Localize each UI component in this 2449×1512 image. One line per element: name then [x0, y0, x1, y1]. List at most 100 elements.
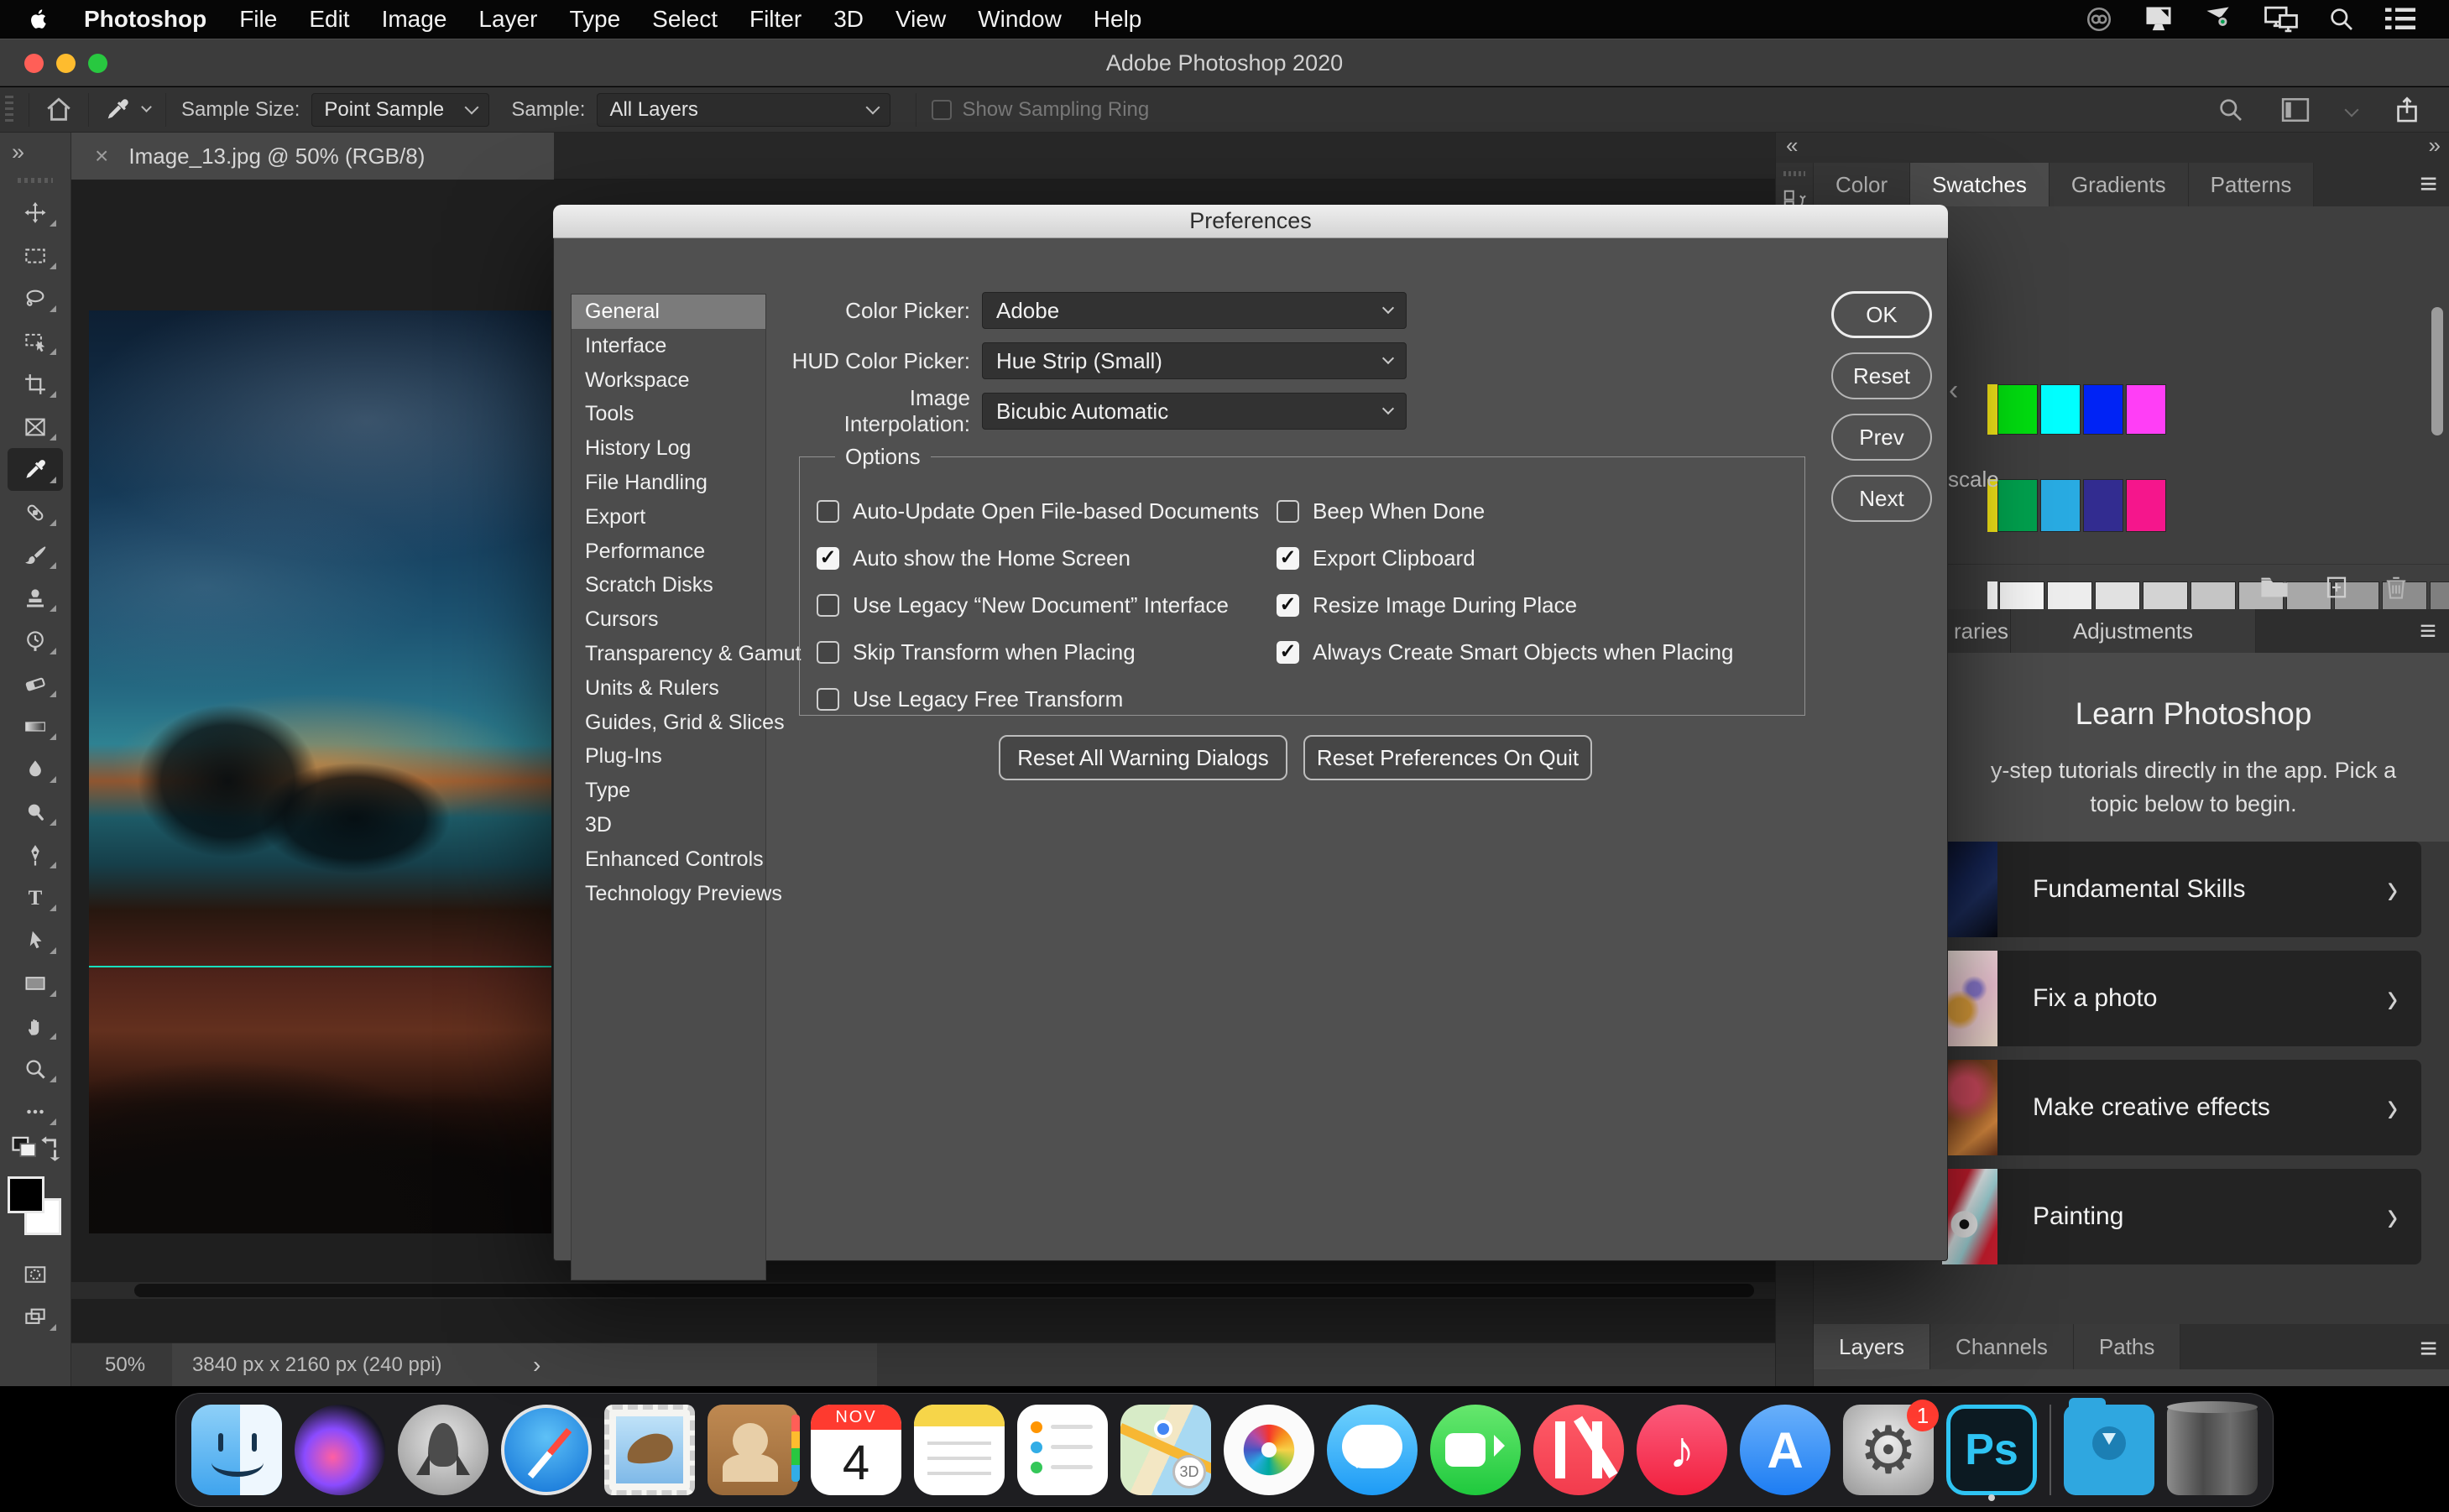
dock-photos[interactable]: [1224, 1405, 1314, 1495]
new-swatch-icon[interactable]: [2324, 575, 2349, 600]
panel-grip[interactable]: [1783, 171, 1805, 176]
preferences-section-item[interactable]: Units & Rulers: [572, 671, 765, 706]
swatch[interactable]: [2126, 479, 2166, 532]
checkbox[interactable]: ✓: [1277, 593, 1299, 617]
preferences-section-item[interactable]: Scratch Disks: [572, 568, 765, 602]
learn-card[interactable]: Painting ›: [1942, 1169, 2421, 1264]
panel-tab[interactable]: Swatches: [1910, 163, 2050, 206]
dock-finder[interactable]: [191, 1405, 282, 1495]
home-icon[interactable]: [44, 96, 73, 124]
swatch[interactable]: [2126, 384, 2166, 435]
checkbox[interactable]: ✓: [1277, 499, 1299, 523]
dock-downloads[interactable]: [2064, 1398, 2154, 1495]
document-info[interactable]: 3840 px x 2160 px (240 ppi) ›: [172, 1343, 877, 1386]
lasso-tool[interactable]: [8, 277, 63, 320]
swatch-partial[interactable]: [1987, 384, 1997, 435]
reset-warning-dialogs-button[interactable]: Reset All Warning Dialogs: [999, 735, 1287, 780]
dock-system-preferences[interactable]: ⚙ 1: [1843, 1400, 1939, 1495]
preferences-section-item[interactable]: Enhanced Controls: [572, 842, 765, 877]
dialog-button[interactable]: Reset: [1831, 352, 1932, 399]
checkbox[interactable]: ✓: [1277, 546, 1299, 570]
swatch[interactable]: [1997, 479, 2038, 532]
checkbox-row[interactable]: ✓ Use Legacy “New Document” Interface: [817, 581, 1259, 628]
menu-app-name[interactable]: Photoshop: [84, 6, 206, 33]
preferences-section-item[interactable]: Type: [572, 774, 765, 808]
checkbox[interactable]: ✓: [817, 499, 839, 523]
brush-tool[interactable]: [8, 534, 63, 576]
dropdown[interactable]: Bicubic Automatic: [982, 393, 1407, 430]
swap-colors-icon[interactable]: [8, 1133, 63, 1170]
dock-news[interactable]: [1533, 1405, 1624, 1495]
dock-trash[interactable]: [2167, 1401, 2258, 1495]
panel-menu-icon[interactable]: ≡: [2420, 609, 2449, 653]
dock-notes[interactable]: [914, 1405, 1005, 1495]
reset-preferences-button[interactable]: Reset Preferences On Quit: [1303, 735, 1592, 780]
canvas-image[interactable]: [89, 310, 551, 1233]
marquee-tool[interactable]: [8, 234, 63, 277]
checkbox-row[interactable]: ✓ Use Legacy Free Transform: [817, 675, 1259, 722]
checkbox-row[interactable]: ✓ Beep When Done: [1277, 487, 1733, 534]
menu-item[interactable]: Select: [636, 6, 734, 33]
preferences-section-item[interactable]: Transparency & Gamut: [572, 637, 802, 671]
dropdown[interactable]: Adobe: [982, 292, 1407, 329]
learn-card[interactable]: Fix a photo ›: [1942, 951, 2421, 1046]
preferences-section-item[interactable]: Guides, Grid & Slices: [572, 706, 785, 740]
checkbox-row[interactable]: ✓ Always Create Smart Objects when Placi…: [1277, 628, 1733, 675]
projector-icon[interactable]: [2204, 6, 2234, 33]
pen-tool[interactable]: [8, 833, 63, 876]
checkbox[interactable]: ✓: [817, 687, 839, 711]
eraser-tool[interactable]: [8, 662, 63, 705]
group-collapse-icon[interactable]: ‹: [1949, 374, 1958, 407]
gradient-tool[interactable]: [8, 705, 63, 748]
dock-reminders[interactable]: [1017, 1405, 1108, 1495]
checkbox-row[interactable]: ✓ Export Clipboard: [1277, 534, 1733, 581]
panel-tab[interactable]: Layers: [1814, 1324, 1931, 1369]
panel-tab[interactable]: Gradients: [2049, 163, 2189, 206]
dock-app-store[interactable]: A: [1740, 1405, 1830, 1495]
foreground-color-chip[interactable]: [8, 1176, 44, 1213]
sample-size-select[interactable]: Point Sample: [311, 92, 490, 127]
preferences-section-item[interactable]: History Log: [572, 431, 765, 466]
delete-swatch-icon[interactable]: [2384, 575, 2408, 600]
dock-siri[interactable]: [295, 1405, 385, 1495]
dock-facetime[interactable]: [1430, 1405, 1521, 1495]
preferences-section-item[interactable]: 3D: [572, 808, 765, 842]
learn-card[interactable]: Fundamental Skills ›: [1942, 842, 2421, 937]
panel-menu-icon[interactable]: ≡: [2420, 166, 2437, 201]
preferences-section-item[interactable]: Interface: [572, 329, 765, 363]
notification-list-icon[interactable]: [2385, 7, 2415, 32]
panel-tab[interactable]: Channels: [1930, 1324, 2074, 1369]
status-chevron-icon[interactable]: ›: [533, 1352, 540, 1379]
panel-menu-icon[interactable]: ≡: [2420, 1331, 2437, 1366]
zoom-level[interactable]: 50%: [105, 1353, 145, 1377]
swatch-folder-icon[interactable]: [2260, 575, 2289, 600]
preferences-section-item[interactable]: General: [572, 295, 765, 329]
type-tool[interactable]: T: [8, 876, 63, 919]
apple-menu-icon[interactable]: [29, 7, 50, 32]
collapse-panels-icon[interactable]: «: [1786, 133, 1798, 159]
checkbox-row[interactable]: ✓ Auto show the Home Screen: [817, 534, 1259, 581]
menu-item[interactable]: Edit: [293, 6, 365, 33]
display-icon[interactable]: [2144, 6, 2174, 33]
menu-item[interactable]: File: [223, 6, 293, 33]
expand-panels-icon[interactable]: »: [2429, 133, 2441, 159]
checkbox-row[interactable]: ✓ Auto-Update Open File-based Documents: [817, 487, 1259, 534]
checkbox-row[interactable]: ✓ Resize Image During Place: [1277, 581, 1733, 628]
swatch[interactable]: [1997, 384, 2038, 435]
panel-tab[interactable]: Patterns: [2188, 163, 2315, 206]
dock-photoshop[interactable]: Ps: [1946, 1405, 2037, 1501]
preferences-section-item[interactable]: Performance: [572, 534, 765, 569]
preferences-section-item[interactable]: Workspace: [572, 363, 765, 398]
hand-tool[interactable]: [8, 1004, 63, 1047]
menu-item[interactable]: 3D: [817, 6, 880, 33]
share-icon[interactable]: [2394, 96, 2420, 124]
screen-mirroring-icon[interactable]: [2264, 6, 2298, 33]
quick-mask-icon[interactable]: [8, 1253, 63, 1296]
workspace-switcher-icon[interactable]: [2281, 97, 2310, 123]
dialog-button[interactable]: Prev: [1831, 414, 1932, 461]
search-icon[interactable]: [2217, 96, 2244, 123]
swatch[interactable]: [2083, 384, 2123, 435]
checkbox[interactable]: ✓: [1277, 640, 1299, 664]
sample-select[interactable]: All Layers: [597, 92, 891, 127]
swatch[interactable]: [2040, 384, 2081, 435]
